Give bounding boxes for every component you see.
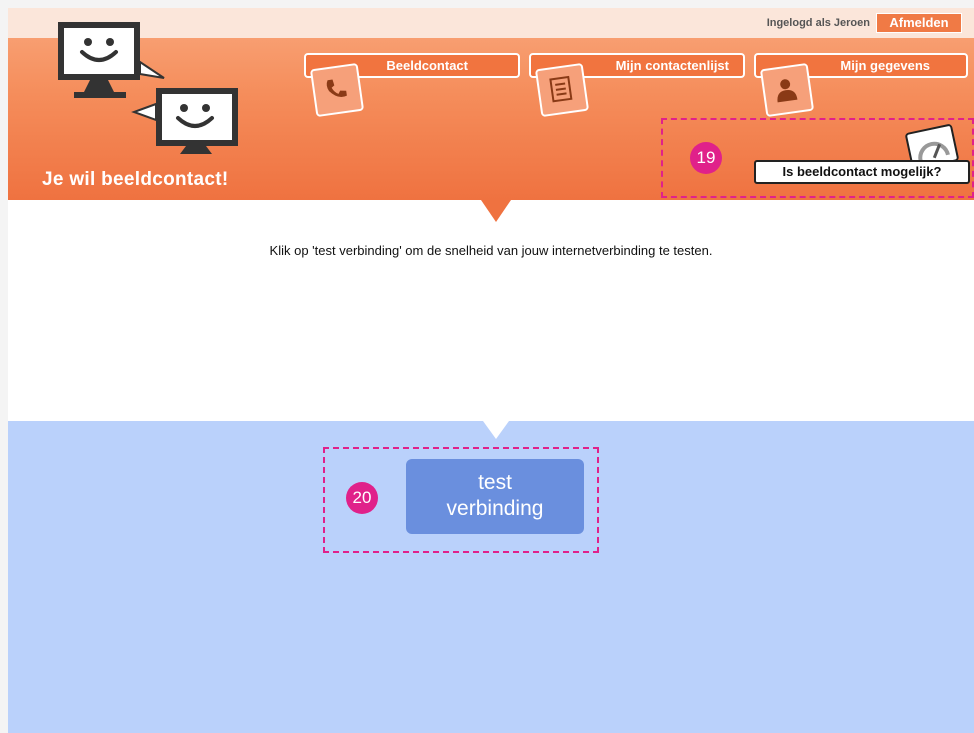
nav-contactenlijst-label: Mijn contactenlijst xyxy=(615,58,729,73)
callout-badge-20: 20 xyxy=(346,482,378,514)
login-status-text: Ingelogd als Jeroen xyxy=(766,17,870,29)
header: Ingelogd als Jeroen Afmelden Beeldcontac… xyxy=(8,8,974,200)
logout-button[interactable]: Afmelden xyxy=(876,13,962,33)
contact-list-icon xyxy=(534,62,590,118)
person-icon xyxy=(759,62,815,118)
logo-icon xyxy=(58,22,238,154)
tagline: Je wil beeldcontact! xyxy=(42,169,229,190)
phone-icon xyxy=(309,62,365,118)
instruction-text: Klik op 'test verbinding' om de snelheid… xyxy=(269,243,713,258)
header-pointer xyxy=(481,200,511,222)
callout-badge-19: 19 xyxy=(690,142,722,174)
nav-beeldcontact-label: Beeldcontact xyxy=(386,58,468,73)
nav-gegevens-label: Mijn gegevens xyxy=(840,58,930,73)
app-frame: Ingelogd als Jeroen Afmelden Beeldcontac… xyxy=(8,8,974,733)
panel-pointer xyxy=(483,421,509,439)
